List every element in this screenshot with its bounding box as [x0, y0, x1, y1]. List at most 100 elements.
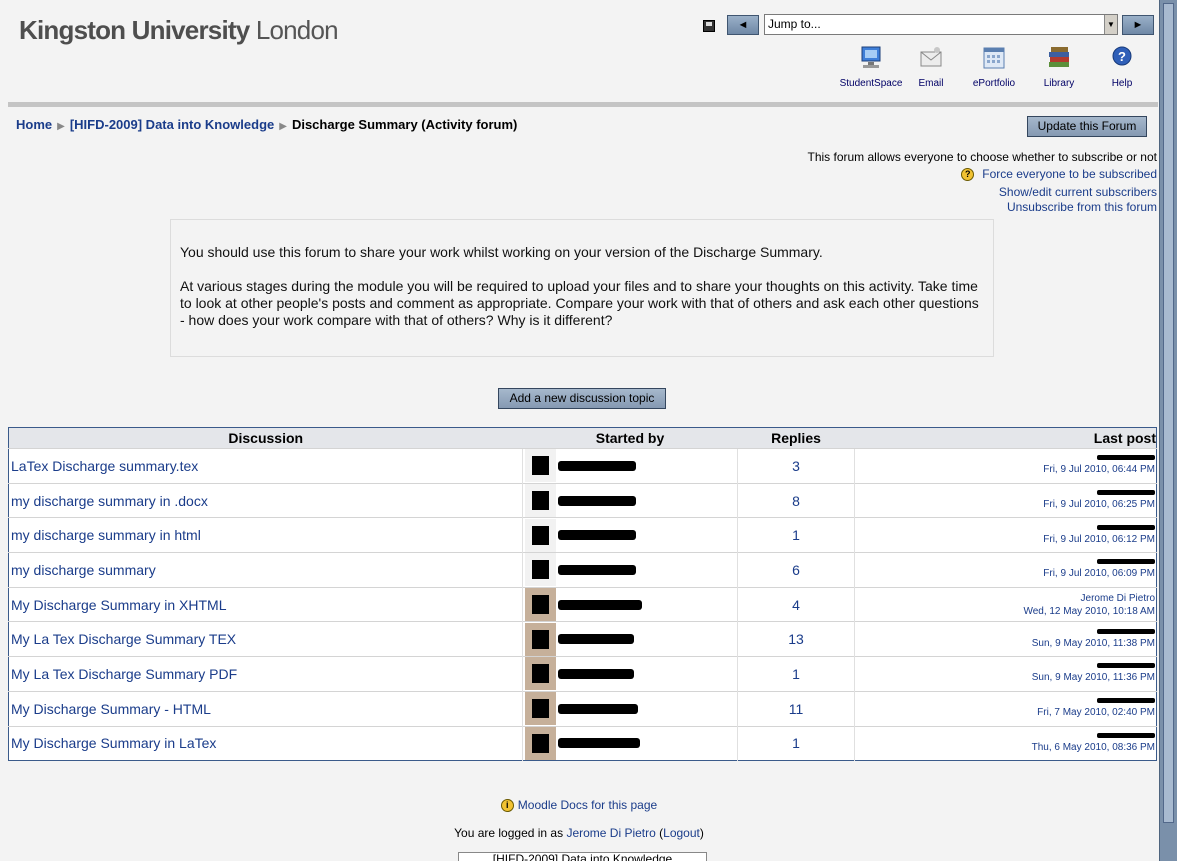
logout-link[interactable]: Logout: [663, 826, 700, 840]
redacted-name[interactable]: [558, 599, 642, 610]
replies-link[interactable]: 4: [792, 597, 800, 613]
last-post-date[interactable]: Fri, 9 Jul 2010, 06:09 PM: [1043, 568, 1155, 579]
topic-cell: My Discharge Summary in XHTML: [8, 586, 523, 622]
subscription-info: This forum allows everyone to choose whe…: [807, 150, 1157, 164]
avatar[interactable]: [525, 553, 556, 587]
replies-cell: 6: [737, 552, 855, 588]
redacted-last-author: [1097, 455, 1155, 461]
topic-link[interactable]: My Discharge Summary in LaTex: [11, 735, 216, 751]
redacted-name[interactable]: [558, 564, 636, 575]
avatar[interactable]: [525, 484, 556, 518]
breadcrumb-course[interactable]: [HIFD-2009] Data into Knowledge: [70, 117, 274, 132]
avatar[interactable]: [525, 449, 556, 483]
redacted-name[interactable]: [558, 703, 638, 714]
user-link[interactable]: Jerome Di Pietro: [566, 826, 655, 840]
avatar[interactable]: [525, 622, 556, 656]
avatar[interactable]: [525, 726, 556, 760]
replies-link[interactable]: 3: [792, 458, 800, 474]
redacted-name[interactable]: [558, 668, 634, 679]
redacted-name[interactable]: [558, 634, 634, 645]
redacted-name[interactable]: [558, 530, 636, 541]
starter-cell: [522, 552, 738, 588]
table-row: My Discharge Summary in LaTex 1 Thu, 6 May…: [8, 725, 1157, 761]
moodle-docs-link[interactable]: Moodle Docs for this page: [518, 798, 657, 812]
eportfolio-link[interactable]: ePortfolio: [959, 44, 1029, 89]
topic-link[interactable]: My La Tex Discharge Summary TEX: [11, 631, 236, 647]
breadcrumb-home[interactable]: Home: [16, 117, 52, 132]
show-subscribers-link[interactable]: Show/edit current subscribers: [999, 185, 1157, 199]
page-footer: i Moodle Docs for this page You are logge…: [454, 798, 704, 840]
topic-link[interactable]: My Discharge Summary - HTML: [11, 701, 211, 717]
topic-link[interactable]: LaTex Discharge summary.tex: [11, 458, 198, 474]
avatar[interactable]: [525, 657, 556, 691]
last-post-date[interactable]: Fri, 9 Jul 2010, 06:44 PM: [1043, 464, 1155, 475]
replies-link[interactable]: 6: [792, 562, 800, 578]
topic-link[interactable]: My La Tex Discharge Summary PDF: [11, 666, 237, 682]
topic-link[interactable]: my discharge summary in html: [11, 527, 201, 543]
university-logo[interactable]: Kingston University London: [19, 15, 339, 46]
last-post-date[interactable]: Fri, 7 May 2010, 02:40 PM: [1037, 707, 1155, 718]
redacted-name[interactable]: [558, 495, 636, 506]
help-icon[interactable]: ?: [961, 168, 975, 182]
replies-link[interactable]: 13: [788, 631, 804, 647]
topic-link[interactable]: my discharge summary in .docx: [11, 493, 208, 509]
intro-paragraph: At various stages during the module you …: [180, 278, 979, 328]
library-label: Library: [1043, 78, 1075, 89]
unsubscribe-link[interactable]: Unsubscribe from this forum: [1007, 200, 1157, 214]
topic-link[interactable]: My Discharge Summary in XHTML: [11, 597, 227, 613]
topic-link[interactable]: my discharge summary: [11, 562, 156, 578]
replies-cell: 8: [737, 482, 855, 518]
last-post-date[interactable]: Thu, 6 May 2010, 08:36 PM: [1032, 742, 1155, 753]
course-home-button[interactable]: [HIFD-2009] Data into Knowledge: [458, 852, 707, 861]
scrollbar-thumb[interactable]: [1163, 3, 1174, 823]
redacted-name[interactable]: [558, 460, 636, 471]
redacted-name[interactable]: [558, 738, 640, 749]
chevron-down-icon[interactable]: ▼: [1104, 15, 1117, 34]
update-forum-button[interactable]: Update this Forum: [1027, 116, 1147, 137]
help-link[interactable]: ? Help: [1087, 44, 1157, 89]
help-label: Help: [1111, 78, 1133, 89]
replies-cell: 1: [737, 517, 855, 553]
add-discussion-button[interactable]: Add a new discussion topic: [498, 388, 666, 409]
table-row: My Discharge Summary in XHTML 4 Jerome Di …: [8, 586, 1157, 622]
table-row: LaTex Discharge summary.tex 3 Fri, 9 Jul 2…: [8, 448, 1157, 484]
page-header: Kingston University London ◄ Jump to... ▼…: [0, 0, 1158, 102]
jump-prev-button[interactable]: ◄: [727, 15, 759, 35]
avatar[interactable]: [525, 588, 556, 622]
starter-cell: [522, 690, 738, 726]
replies-link[interactable]: 1: [792, 666, 800, 682]
library-link[interactable]: Library: [1024, 44, 1094, 89]
logged-in-prefix: You are logged in as: [454, 826, 567, 840]
last-post-author[interactable]: Jerome Di Pietro: [855, 592, 1155, 605]
replies-link[interactable]: 1: [792, 527, 800, 543]
jump-to-value: Jump to...: [768, 17, 821, 31]
jump-to-select[interactable]: Jump to... ▼: [764, 14, 1118, 35]
replies-link[interactable]: 11: [789, 701, 804, 717]
last-post-date[interactable]: Sun, 9 May 2010, 11:38 PM: [1032, 638, 1155, 649]
replies-link[interactable]: 8: [792, 493, 800, 509]
replies-cell: 11: [737, 690, 855, 726]
force-subscribe-link[interactable]: Force everyone to be subscribed: [982, 167, 1157, 181]
jump-next-button[interactable]: ►: [1122, 15, 1154, 35]
force-subscribe-row: ? Force everyone to be subscribed: [961, 167, 1157, 182]
header-divider: [8, 102, 1158, 107]
avatar[interactable]: [525, 518, 556, 552]
last-post-cell: Fri, 7 May 2010, 02:40 PM: [854, 690, 1157, 726]
last-post-date[interactable]: Fri, 9 Jul 2010, 06:12 PM: [1043, 534, 1155, 545]
computer-icon: [861, 46, 881, 68]
header-last-post: Last post: [854, 427, 1157, 449]
last-post-date[interactable]: Sun, 9 May 2010, 11:36 PM: [1032, 672, 1155, 683]
replies-link[interactable]: 1: [792, 735, 800, 751]
topic-cell: my discharge summary in html: [8, 517, 523, 553]
last-post-cell: Sun, 9 May 2010, 11:38 PM: [854, 621, 1157, 657]
vertical-scrollbar[interactable]: [1159, 0, 1177, 861]
starter-cell: [522, 448, 738, 484]
disk-icon[interactable]: [703, 20, 715, 32]
last-post-date[interactable]: Wed, 12 May 2010, 10:18 AM: [1023, 606, 1155, 617]
redacted-last-author: [1097, 628, 1155, 634]
last-post-date[interactable]: Fri, 9 Jul 2010, 06:25 PM: [1043, 499, 1155, 510]
table-header-row: Discussion Started by Replies Last post: [8, 427, 1157, 449]
email-link[interactable]: Email: [896, 44, 966, 89]
avatar[interactable]: [525, 692, 556, 726]
breadcrumb: Home ▶ [HIFD-2009] Data into Knowledge ▶ Dis…: [16, 117, 517, 132]
